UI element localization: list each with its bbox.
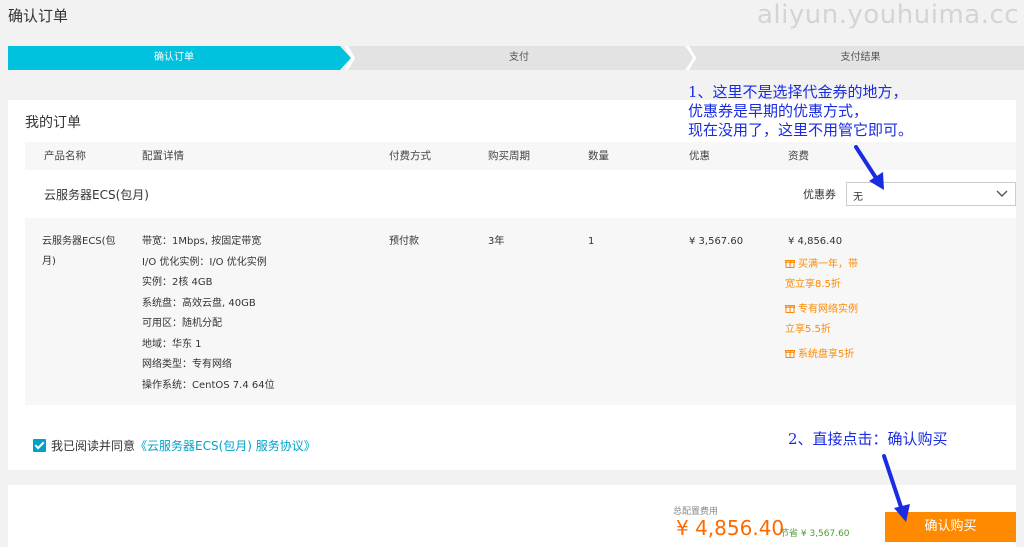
row-discount: ¥ 3,567.60 <box>689 236 744 247</box>
annotation-line: 优惠券是早期的优惠方式， <box>688 102 869 120</box>
annotation-buy-note: 2、直接点击：确认购买 <box>788 430 948 448</box>
agreement-link[interactable]: 《云服务器ECS(包月) 服务协议》 <box>135 439 316 453</box>
row-product-name: 云服务器ECS(包月) <box>42 236 116 267</box>
col-price: 资费 <box>788 150 809 162</box>
product-group-name: 云服务器ECS(包月) <box>44 188 149 202</box>
coupon-label: 优惠券 <box>803 188 836 201</box>
gift-icon <box>785 305 795 313</box>
arrow-to-buy-icon <box>882 454 910 522</box>
promo-text: 专有网络实例 <box>798 304 858 315</box>
step-pay-result: 支付结果 <box>840 52 881 63</box>
col-period: 购买周期 <box>488 150 530 162</box>
annotation-line: 1、这里不是选择代金券的地方， <box>688 83 908 101</box>
promo-text: 宽立享8.5折 <box>785 279 841 290</box>
order-title: 我的订单 <box>25 115 81 131</box>
row-payment: 预付款 <box>389 236 419 247</box>
gift-icon <box>785 350 795 358</box>
col-payment: 付费方式 <box>389 150 431 162</box>
agreement-text: 我已阅读并同意 <box>51 439 136 453</box>
checkout-bar: 总配置费用 ¥ 4,856.40 节省 ¥ 3,567.60 确认购买 <box>8 485 1016 547</box>
spec-os: 操作系统：CentOS 7.4 64位 <box>142 379 275 391</box>
step-confirm-order: 确认订单 <box>154 52 194 63</box>
watermark: aliyun.youhuima.cc <box>757 0 1020 30</box>
promo-disk: 系统盘享5折 <box>785 345 854 365</box>
promo-text: 买满一年，带 <box>798 259 858 270</box>
spec-bandwidth: 带宽：1Mbps, 按固定带宽 <box>142 236 262 247</box>
step-pay: 支付 <box>509 52 529 63</box>
row-period: 3年 <box>488 236 505 247</box>
promo-text: 立享5.5折 <box>785 324 831 335</box>
spec-region: 地域：华东 1 <box>142 338 202 350</box>
annotation-coupon-note: 1、这里不是选择代金券的地方， 优惠券是早期的优惠方式， 现在没用了，这里不用管… <box>688 83 913 140</box>
page-title: 确认订单 <box>8 7 69 25</box>
total-amount: ¥ 4,856.40 <box>676 516 785 540</box>
col-product: 产品名称 <box>44 150 86 162</box>
row-price: ¥ 4,856.40 <box>788 236 843 247</box>
promo-bandwidth: 买满一年，带 宽立享8.5折 <box>785 255 858 295</box>
promo-text: 系统盘享5折 <box>798 349 855 360</box>
spec-zone: 可用区：随机分配 <box>142 318 222 329</box>
row-quantity: 1 <box>588 236 595 247</box>
spec-instance: 实例：2核 4GB <box>142 277 213 288</box>
spec-io: I/O 优化实例：I/O 优化实例 <box>142 256 267 268</box>
col-quantity: 数量 <box>588 150 609 162</box>
gift-icon <box>785 260 795 268</box>
spec-disk: 系统盘：高效云盘, 40GB <box>142 297 256 309</box>
agreement: 我已阅读并同意《云服务器ECS(包月) 服务协议》 <box>33 437 316 454</box>
row-config-details: 带宽：1Mbps, 按固定带宽 I/O 优化实例：I/O 优化实例 实例：2核 … <box>142 232 275 396</box>
col-discount: 优惠 <box>689 150 710 162</box>
promo-vpc: 专有网络实例 立享5.5折 <box>785 300 858 340</box>
col-config: 配置详情 <box>142 150 184 162</box>
annotation-line: 现在没用了，这里不用管它即可。 <box>688 121 914 139</box>
arrow-to-coupon-icon <box>854 145 884 190</box>
savings-text: 节省 ¥ 3,567.60 <box>780 529 850 539</box>
order-row: 云服务器ECS(包月) 带宽：1Mbps, 按固定带宽 I/O 优化实例：I/O… <box>25 218 1016 405</box>
agreement-checkbox[interactable] <box>33 439 46 452</box>
order-steps: 确认订单 支付 支付结果 <box>8 46 1024 70</box>
spec-network: 网络类型：专有网络 <box>142 359 232 370</box>
chevron-down-icon <box>996 190 1008 197</box>
